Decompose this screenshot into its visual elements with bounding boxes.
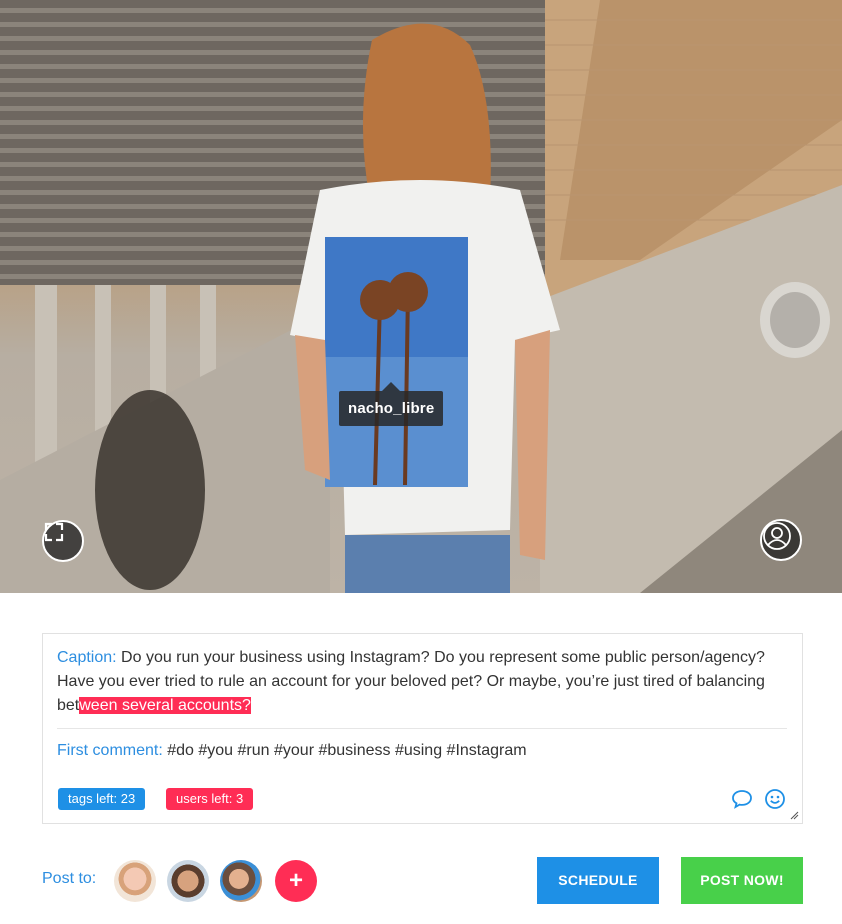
speech-bubble-icon[interactable] (731, 788, 753, 810)
smiley-icon[interactable] (764, 788, 786, 810)
add-account-button[interactable]: + (275, 860, 317, 902)
first-comment-field[interactable]: First comment: #do #you #run #your #busi… (57, 739, 527, 763)
resize-handle-icon[interactable] (789, 810, 799, 820)
caption-field[interactable]: Caption: Do you run your business using … (57, 646, 777, 718)
user-icon (763, 522, 791, 550)
post-to-label: Post to: (42, 870, 97, 887)
first-comment-text: #do #you #run #your #business #using #In… (162, 742, 527, 759)
caption-overflow-highlight: ween several accounts? (79, 697, 251, 714)
users-left-badge: users left: 3 (166, 788, 254, 810)
post-photo: nacho_libre (0, 0, 842, 593)
expand-icon (44, 522, 64, 542)
tagged-user-label[interactable]: nacho_libre (339, 382, 444, 426)
account-avatar-3[interactable] (220, 860, 262, 902)
editor-divider (57, 728, 787, 729)
expand-button[interactable] (42, 520, 84, 562)
tag-user-button[interactable] (760, 519, 802, 561)
post-now-button[interactable]: POST NOW! (681, 857, 803, 904)
account-avatar-2[interactable] (167, 860, 209, 902)
account-avatar-1[interactable] (114, 860, 156, 902)
caption-editor[interactable]: Caption: Do you run your business using … (42, 633, 803, 824)
caption-label: Caption: (57, 649, 117, 666)
first-comment-label: First comment: (57, 742, 163, 759)
photo-illustration (0, 0, 842, 593)
schedule-button[interactable]: SCHEDULE (537, 857, 659, 904)
tags-left-badge: tags left: 23 (58, 788, 146, 810)
